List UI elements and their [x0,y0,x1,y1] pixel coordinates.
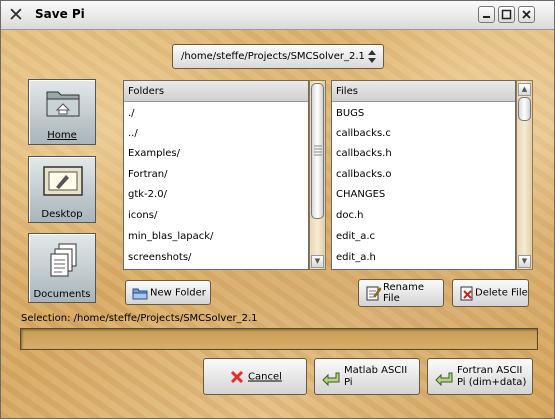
list-item[interactable]: callbacks.h [336,144,392,164]
matlab-ascii-pi-button[interactable]: Matlab ASCII Pi [314,358,420,395]
path-selector-value: /home/steffe/Projects/SMCSolver_2.1 [181,51,365,62]
new-folder-button[interactable]: New Folder [125,280,211,305]
list-item[interactable]: BUGS [336,104,364,124]
list-item[interactable]: screenshots/ [128,248,191,268]
delete-file-icon [460,286,473,301]
list-item[interactable]: icons/ [128,206,157,226]
rename-file-icon [366,286,381,301]
folders-header-label: Folders [128,86,165,97]
save-dialog: ✕ Save Pi /home/steffe/Projects/SMCSolve… [0,0,555,419]
files-scrollbar[interactable]: ▲ ▼ [516,80,533,270]
files-scroll-down-arrow[interactable]: ▼ [518,255,531,268]
list-item[interactable]: Examples/ [128,144,180,164]
save-arrow-icon [322,372,340,386]
minimize-button[interactable] [478,6,495,23]
list-item[interactable]: gtk-2.0/ [128,185,167,205]
new-folder-label: New Folder [150,287,206,298]
new-folder-icon [132,288,148,299]
window-title: Save Pi [35,7,85,21]
desktop-icon [43,166,83,196]
sidebar-item-label: Desktop [41,209,83,220]
rename-file-button[interactable]: Rename File [358,279,444,307]
delete-file-label: Delete File [475,287,528,299]
folders-scrollbar[interactable]: ▼ [309,80,326,270]
close-button[interactable] [518,6,535,23]
matlab-label-line1: Matlab ASCII [344,365,408,376]
app-x-icon: ✕ [8,4,24,26]
folders-column-header[interactable]: Folders [124,81,308,102]
matlab-label-line2: Pi [344,377,353,388]
fortran-label-line2: Pi (dim+data) [457,377,527,388]
files-scroll-up-arrow[interactable]: ▲ [518,83,531,96]
cancel-button[interactable]: Cancel [203,358,307,395]
list-item[interactable]: doc.h [336,206,363,226]
minimize-icon [483,16,490,18]
selection-label: Selection: /home/steffe/Projects/SMCSolv… [21,313,258,324]
save-arrow-icon [435,372,453,386]
folders-list[interactable]: Folders ./ ../ Examples/ Fortran/ gtk-2.… [123,80,309,270]
sidebar-item-home[interactable]: Home [28,79,96,145]
list-item[interactable]: ./ [128,104,135,124]
list-item[interactable]: min_blas_lapack/ [128,227,213,247]
sidebar-item-label: Home [47,130,77,141]
rename-file-label: Rename File [383,282,425,304]
sidebar-item-desktop[interactable]: Desktop [28,156,96,223]
fortran-label-line1: Fortran ASCII [457,365,523,376]
sidebar-item-label: Documents [33,289,91,300]
fortran-button-text: Fortran ASCII Pi (dim+data) [457,365,526,389]
grip-icon [314,145,322,156]
delete-file-button[interactable]: Delete File [452,279,529,307]
maximize-button[interactable] [498,6,515,23]
cancel-x-icon [230,370,244,384]
updown-arrow-icon [368,50,376,63]
list-item[interactable]: edit_a.h [336,248,376,268]
maximize-icon [501,9,512,20]
documents-icon [50,243,77,277]
files-column-header[interactable]: Files [332,81,515,102]
close-icon [522,10,531,19]
list-item[interactable]: callbacks.c [336,124,391,144]
list-item[interactable]: callbacks.o [336,165,391,185]
cancel-label: Cancel [248,371,282,382]
files-header-label: Files [336,86,358,97]
files-list[interactable]: Files BUGS callbacks.c callbacks.h callb… [331,80,516,270]
home-folder-icon [46,91,80,117]
selection-entry[interactable] [20,328,538,350]
list-item[interactable]: edit_a.c [336,227,375,247]
list-item[interactable]: Fortran/ [128,165,168,185]
files-scroll-thumb[interactable] [518,97,531,121]
folders-scroll-thumb[interactable] [311,83,324,219]
path-selector[interactable]: /home/steffe/Projects/SMCSolver_2.1 [172,44,384,69]
folders-scroll-down-arrow[interactable]: ▼ [311,255,324,268]
list-item[interactable]: CHANGES [336,185,385,205]
title-bar[interactable]: ✕ Save Pi [1,1,554,30]
list-item[interactable]: ../ [128,124,138,144]
sidebar-item-documents[interactable]: Documents [28,233,96,303]
fortran-ascii-pi-button[interactable]: Fortran ASCII Pi (dim+data) [427,358,533,395]
matlab-button-text: Matlab ASCII Pi [344,365,407,389]
